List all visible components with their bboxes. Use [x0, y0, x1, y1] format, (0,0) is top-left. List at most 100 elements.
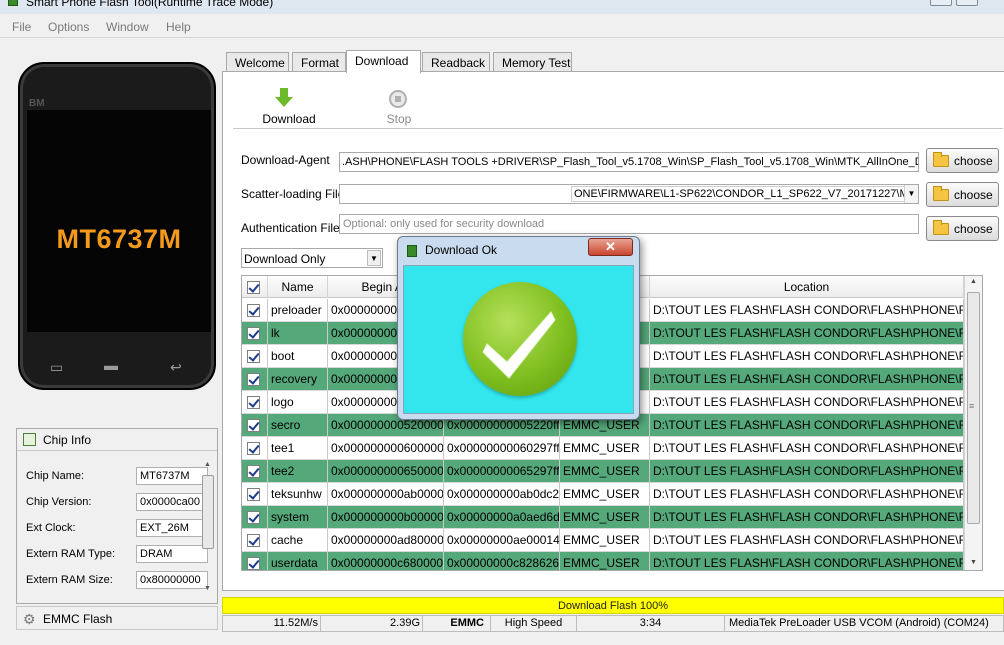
select-all-checkbox[interactable]	[247, 281, 260, 294]
emmc-flash-panel[interactable]: ⚙ EMMC Flash	[16, 606, 218, 630]
stop-button[interactable]: Stop	[379, 88, 419, 128]
chevron-down-icon[interactable]: ▼	[367, 250, 381, 266]
tab-readback[interactable]: Readback	[422, 52, 490, 72]
row-select-cell[interactable]	[242, 460, 268, 483]
tab-download[interactable]: Download	[346, 50, 421, 73]
end-address: 0x00000000ae000147	[444, 529, 560, 552]
table-row[interactable]: cache 0x00000000ad800000 0x00000000ae00014…	[242, 529, 964, 552]
row-checkbox[interactable]	[247, 373, 260, 386]
chip-row: Chip Name: MT6737M	[26, 467, 208, 485]
auth-file-label: Authentication File	[241, 221, 340, 235]
menu-window[interactable]: Window	[106, 20, 149, 34]
row-checkbox[interactable]	[247, 350, 260, 363]
table-row[interactable]: tee2 0x0000000006500000 0x00000000065297ff…	[242, 460, 964, 483]
row-checkbox[interactable]	[247, 419, 260, 432]
row-checkbox[interactable]	[247, 488, 260, 501]
region: EMMC_USER	[560, 483, 650, 506]
partition-name: boot	[268, 345, 328, 368]
download-ok-dialog: Download Ok ✕	[397, 236, 640, 420]
header-name[interactable]: Name	[268, 276, 328, 298]
scroll-thumb[interactable]	[202, 475, 214, 549]
close-button[interactable]: ✕	[588, 238, 633, 256]
table-row[interactable]: userdata 0x00000000c6800000 0x00000000c828…	[242, 552, 964, 570]
end-address: 0x00000000065297ff	[444, 460, 560, 483]
header-location[interactable]: Location	[650, 276, 964, 298]
begin-address: 0x00000000ad800000	[328, 529, 444, 552]
row-checkbox[interactable]	[247, 465, 260, 478]
phone-brand: BM	[29, 98, 45, 109]
stop-button-label: Stop	[386, 112, 412, 126]
row-checkbox[interactable]	[247, 442, 260, 455]
status-usb-speed: High Speed	[491, 616, 577, 631]
gear-icon: ⚙	[23, 611, 36, 627]
table-row[interactable]: system 0x000000000b000000 0x00000000a0aed6…	[242, 506, 964, 529]
row-select-cell[interactable]	[242, 391, 268, 414]
table-scrollbar[interactable]: ▲ ≡ ▼	[964, 276, 982, 570]
row-select-cell[interactable]	[242, 529, 268, 552]
row-checkbox[interactable]	[247, 327, 260, 340]
table-row[interactable]: teksunhw 0x000000000ab00000 0x000000000ab0…	[242, 483, 964, 506]
phone-chip-label: MT6737M	[56, 224, 182, 254]
download-button-label: Download	[262, 112, 316, 126]
minimize-button[interactable]	[930, 0, 952, 6]
maximize-button[interactable]	[956, 0, 978, 6]
partition-name: logo	[268, 391, 328, 414]
phone-keys: ▭ ▬ ↩	[20, 349, 218, 379]
chip-name-field[interactable]: MT6737M	[136, 467, 208, 485]
ram-type-label: Extern RAM Type:	[26, 548, 116, 560]
row-select-cell[interactable]	[242, 506, 268, 529]
choose-auth-button[interactable]: choose	[926, 216, 999, 241]
select-all-header[interactable]	[242, 276, 268, 298]
scroll-up-icon[interactable]: ▲	[970, 278, 977, 285]
chip-info-scrollbar[interactable]: ▲ ▼	[201, 459, 215, 595]
row-select-cell[interactable]	[242, 437, 268, 460]
row-checkbox[interactable]	[247, 396, 260, 409]
row-checkbox[interactable]	[247, 304, 260, 317]
row-select-cell[interactable]	[242, 368, 268, 391]
auth-file-field[interactable]: Optional: only used for security downloa…	[339, 214, 919, 234]
chip-info-title: Chip Info	[43, 433, 92, 447]
scatter-file-combo[interactable]: ONE\FIRMWARE\L1-SP622\CONDOR_L1_SP622_V7…	[339, 184, 919, 204]
partition-name: tee1	[268, 437, 328, 460]
menu-file[interactable]: File	[12, 20, 31, 34]
row-select-cell[interactable]	[242, 299, 268, 322]
row-select-cell[interactable]	[242, 414, 268, 437]
partition-name: secro	[268, 414, 328, 437]
menu-options[interactable]: Options	[48, 20, 89, 34]
row-checkbox[interactable]	[247, 511, 260, 524]
download-mode-select[interactable]: Download Only ▼	[241, 248, 383, 268]
ram-size-field[interactable]: 0x80000000	[136, 571, 208, 589]
ext-clock-field[interactable]: EXT_26M	[136, 519, 208, 537]
menu-help[interactable]: Help	[166, 20, 191, 34]
location: D:\TOUT LES FLASH\FLASH CONDOR\FLASH\PHO…	[650, 414, 964, 437]
tab-memory-test[interactable]: Memory Test	[493, 52, 572, 72]
choose-download-agent-button[interactable]: choose	[926, 148, 999, 173]
table-row[interactable]: tee1 0x0000000006000000 0x00000000060297ff…	[242, 437, 964, 460]
row-select-cell[interactable]	[242, 552, 268, 570]
location: D:\TOUT LES FLASH\FLASH CONDOR\FLASH\PHO…	[650, 391, 964, 414]
partition-name: lk	[268, 322, 328, 345]
download-agent-field[interactable]: .ASH\PHONE\FLASH TOOLS +DRIVER\SP_Flash_…	[339, 152, 919, 172]
region: EMMC_USER	[560, 460, 650, 483]
download-agent-label: Download-Agent	[241, 153, 330, 167]
row-select-cell[interactable]	[242, 322, 268, 345]
scroll-down-icon[interactable]: ▼	[204, 585, 211, 592]
begin-address: 0x0000000006500000	[328, 460, 444, 483]
row-checkbox[interactable]	[247, 557, 260, 570]
row-select-cell[interactable]	[242, 345, 268, 368]
scroll-down-icon[interactable]: ▼	[970, 559, 977, 566]
ram-type-field[interactable]: DRAM	[136, 545, 208, 563]
app-icon	[8, 0, 18, 6]
chip-version-field[interactable]: 0x0000ca00	[136, 493, 208, 511]
download-button[interactable]: Download	[261, 88, 317, 128]
scroll-up-icon[interactable]: ▲	[204, 461, 211, 468]
tab-welcome[interactable]: Welcome	[226, 52, 289, 72]
tab-format[interactable]: Format	[292, 52, 346, 72]
choose-label: choose	[954, 154, 993, 168]
chevron-down-icon[interactable]: ▼	[904, 185, 918, 203]
progress-label: Download Flash 100%	[557, 600, 669, 612]
row-checkbox[interactable]	[247, 534, 260, 547]
choose-scatter-button[interactable]: choose	[926, 182, 999, 207]
row-select-cell[interactable]	[242, 483, 268, 506]
partition-name: tee2	[268, 460, 328, 483]
